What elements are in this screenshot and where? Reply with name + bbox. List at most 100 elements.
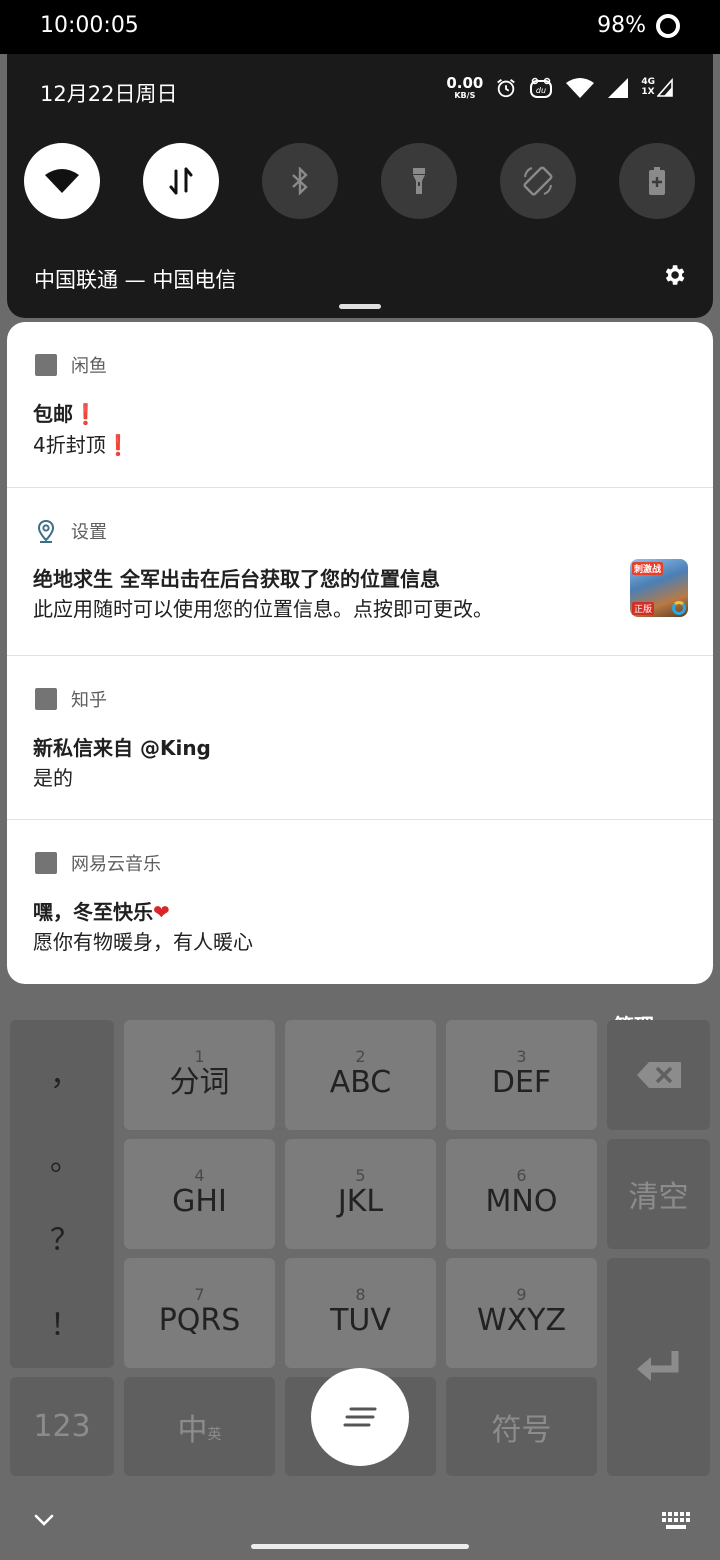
app-icon (35, 852, 57, 874)
notification-title: 新私信来自 @King (33, 736, 211, 760)
key-6[interactable]: 6 MNO (446, 1139, 597, 1249)
notification-list: 闲鱼 包邮❗ 4折封顶❗ 设置 绝地求生 全军出击在后台获取了您的位置信息 此应… (7, 322, 713, 984)
status-bar: 10:00:05 98% (0, 0, 720, 54)
notification-app-name: 闲鱼 (71, 356, 107, 377)
notification-zhihu[interactable]: 知乎 新私信来自 @King 是的 (7, 656, 713, 820)
key-lang-toggle[interactable]: 中 英 (124, 1377, 275, 1476)
notification-body: 愿你有物暖身，有人暖心 (33, 930, 253, 954)
key-clear[interactable]: 清空 (607, 1139, 710, 1249)
key-5[interactable]: 5 JKL (285, 1139, 436, 1249)
notification-header: 知乎 (35, 686, 107, 712)
key-lang-sub: 英 (207, 1426, 222, 1443)
status-right: 98% (597, 13, 680, 38)
thumbnail-tag: 刺激战 (632, 562, 664, 575)
notification-settings-location[interactable]: 设置 绝地求生 全军出击在后台获取了您的位置信息 此应用随时可以使用您的位置信息… (7, 488, 713, 656)
menu-lines-icon (343, 1407, 377, 1427)
notification-header: 网易云音乐 (35, 850, 161, 876)
punct-comma[interactable]: ， (50, 1050, 80, 1094)
keyboard-menu-button[interactable] (311, 1368, 409, 1466)
notification-body: 4折封顶❗ (33, 429, 131, 458)
key-lang-main: 中 (177, 1412, 208, 1448)
status-time: 10:00:05 (40, 13, 139, 38)
notification-title-text: 嘿，冬至快乐 (33, 900, 153, 924)
bluetooth-icon (292, 167, 308, 195)
key-label: 分词 (169, 1065, 230, 1100)
key-number: 4 (194, 1166, 205, 1185)
tile-wifi[interactable] (24, 143, 100, 219)
pubg-app-thumbnail: 刺激战 正版 (630, 559, 688, 617)
battery-ring-icon (656, 13, 680, 38)
notification-title: 绝地求生 全军出击在后台获取了您的位置信息 (33, 567, 440, 591)
notification-app-name: 知乎 (71, 690, 107, 711)
qs-date[interactable]: 12月22日周日 (40, 78, 177, 108)
network-speed: 0.00 KB/S (446, 76, 483, 100)
key-label: DEF (491, 1065, 552, 1100)
notification-xianyu[interactable]: 闲鱼 包邮❗ 4折封顶❗ (7, 322, 713, 488)
data-transfer-icon (169, 167, 193, 195)
app-icon (35, 354, 57, 376)
key-label: MNO (485, 1184, 558, 1219)
key-number: 5 (355, 1166, 366, 1185)
qs-status-icons: 0.00 KB/S du 4G 1X (446, 76, 673, 100)
tile-flashlight[interactable] (381, 143, 457, 219)
cellular-signal-icon (608, 78, 629, 98)
network-speed-value: 0.00 (446, 74, 484, 92)
key-number: 6 (516, 1166, 527, 1185)
chevron-down-icon[interactable] (32, 1510, 56, 1530)
key-enter[interactable] (607, 1258, 710, 1476)
key-number: 8 (355, 1285, 366, 1304)
quick-settings-panel: 12月22日周日 0.00 KB/S du 4G 1X 中国联通 — 中国电信 (7, 54, 713, 318)
notification-body: 是的 (33, 766, 73, 790)
punct-exclaim[interactable]: ！ (50, 1300, 80, 1344)
notification-title: 包邮❗ (33, 398, 98, 427)
key-label: ABC (329, 1065, 392, 1100)
key-4[interactable]: 4 GHI (124, 1139, 275, 1249)
punct-question[interactable]: ？ (50, 1215, 80, 1259)
exclamation-icon: ❗ (73, 402, 98, 426)
key-123[interactable]: 123 (10, 1377, 114, 1476)
key-8[interactable]: 8 TUV (285, 1258, 436, 1368)
notification-netease-music[interactable]: 网易云音乐 嘿，冬至快乐❤ 愿你有物暖身，有人暖心 (7, 820, 713, 984)
key-symbols[interactable]: 符号 (446, 1377, 597, 1476)
notification-title: 嘿，冬至快乐❤ (33, 896, 170, 925)
keyboard-icon[interactable] (662, 1512, 690, 1530)
settings-gear-icon[interactable] (661, 262, 687, 288)
key-1[interactable]: 1 分词 (124, 1020, 275, 1130)
tile-auto-rotate[interactable] (500, 143, 576, 219)
qs-tiles (24, 143, 696, 219)
wifi-icon (45, 169, 79, 193)
notification-body-text: 4折封顶 (33, 433, 106, 457)
gesture-nav-bar[interactable] (251, 1544, 469, 1549)
tile-bluetooth[interactable] (262, 143, 338, 219)
cellular-signal-2-icon (657, 77, 673, 97)
notification-body: 此应用随时可以使用您的位置信息。点按即可更改。 (33, 597, 493, 621)
app-icon (35, 688, 57, 710)
key-number: 3 (516, 1047, 527, 1066)
tile-battery-saver[interactable] (619, 143, 695, 219)
notification-header: 设置 (35, 518, 107, 544)
alarm-icon (497, 79, 516, 98)
key-label: TUV (330, 1303, 391, 1338)
key-symbols-label: 符号 (491, 1412, 552, 1448)
qs-drag-handle[interactable] (339, 304, 381, 309)
network-type: 4G 1X (641, 77, 655, 98)
key-2[interactable]: 2 ABC (285, 1020, 436, 1130)
tile-mobile-data[interactable] (143, 143, 219, 219)
key-number: 7 (194, 1285, 205, 1304)
svg-text:du: du (536, 86, 546, 95)
notification-app-name: 网易云音乐 (71, 854, 161, 875)
key-backspace[interactable] (607, 1020, 710, 1130)
key-9[interactable]: 9 WXYZ (446, 1258, 597, 1368)
key-3[interactable]: 3 DEF (446, 1020, 597, 1130)
enter-arrow-icon (636, 1351, 678, 1381)
backspace-icon (636, 1062, 681, 1088)
battery-percent: 98% (597, 13, 646, 38)
du-app-icon: du (530, 77, 553, 98)
key-7[interactable]: 7 PQRS (124, 1258, 275, 1368)
key-label: PQRS (158, 1303, 241, 1338)
exclamation-icon: ❗ (105, 433, 131, 457)
network-speed-unit: KB/S (454, 91, 476, 100)
punct-period[interactable]: 。 (50, 1135, 80, 1179)
carrier-label: 中国联通 — 中国电信 (34, 268, 237, 292)
notification-app-name: 设置 (71, 522, 107, 543)
